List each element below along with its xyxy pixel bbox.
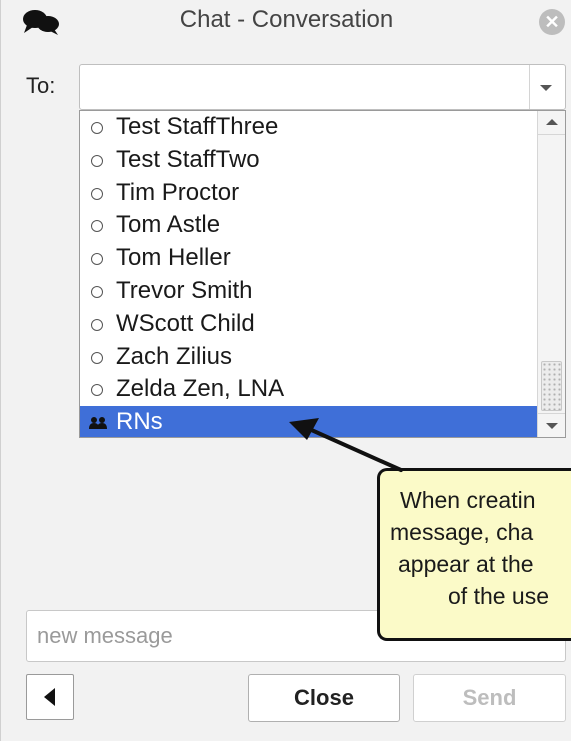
close-circle-icon[interactable]: ✕ bbox=[539, 9, 565, 35]
scroll-up-button[interactable] bbox=[538, 111, 565, 135]
chat-conversation-window: Chat - Conversation ✕ To: Test StaffThre… bbox=[0, 0, 571, 741]
callout-line: appear at the bbox=[398, 551, 534, 577]
radio-empty-icon bbox=[91, 286, 103, 298]
chevron-up-icon bbox=[546, 119, 558, 125]
callout-line: of the use bbox=[448, 583, 550, 609]
list-item[interactable]: Zach Zilius bbox=[80, 341, 537, 374]
list-item-label: Test StaffThree bbox=[116, 113, 279, 140]
radio-empty-icon bbox=[91, 318, 103, 331]
recipient-dropdown-list[interactable]: Test StaffThree Test StaffTwo Tim Procto… bbox=[79, 110, 566, 438]
scroll-down-button[interactable] bbox=[538, 413, 565, 437]
list-item-label: Trevor Smith bbox=[116, 277, 253, 304]
list-item[interactable]: Tom Heller bbox=[80, 242, 537, 275]
window-title: Chat - Conversation bbox=[179, 6, 394, 33]
group-users-icon bbox=[89, 417, 107, 429]
annotation-callout: When creatin message, cha appear at the … bbox=[377, 468, 571, 641]
radio-empty-icon bbox=[91, 122, 103, 134]
scroll-thumb[interactable] bbox=[541, 361, 562, 411]
callout-line: message, cha bbox=[390, 519, 534, 545]
combobox-divider bbox=[529, 65, 530, 109]
list-item-label: Tim Proctor bbox=[116, 178, 240, 206]
recipient-combobox[interactable] bbox=[79, 64, 566, 110]
list-item[interactable]: Zelda Zen, LNA bbox=[80, 373, 537, 406]
list-item-label: WScott Child bbox=[116, 309, 255, 337]
list-item-label: Tom Heller bbox=[116, 244, 231, 272]
callout-line: When creatin bbox=[400, 487, 536, 513]
radio-empty-icon bbox=[91, 154, 103, 167]
list-item[interactable]: Test StaffThree bbox=[80, 111, 537, 144]
back-button[interactable] bbox=[26, 674, 74, 720]
list-item[interactable]: Test StaffTwo bbox=[80, 144, 537, 177]
radio-empty-icon bbox=[91, 253, 103, 266]
radio-empty-icon bbox=[91, 220, 103, 233]
list-item-label: Test StaffTwo bbox=[116, 145, 260, 173]
list-item-label: RNs bbox=[116, 408, 163, 435]
close-button[interactable]: Close bbox=[248, 674, 400, 722]
back-triangle-icon bbox=[44, 688, 55, 706]
list-item-label: Zelda Zen, LNA bbox=[116, 375, 285, 403]
list-item[interactable]: Tim Proctor bbox=[80, 177, 537, 210]
list-item[interactable]: WScott Child bbox=[80, 308, 537, 341]
radio-empty-icon bbox=[91, 351, 103, 364]
chevron-down-icon bbox=[546, 423, 558, 429]
to-label: To: bbox=[26, 73, 56, 98]
radio-empty-icon bbox=[91, 384, 103, 397]
title-bar: Chat - Conversation ✕ bbox=[1, 0, 571, 44]
list-item[interactable]: Trevor Smith bbox=[80, 275, 537, 308]
list-item[interactable]: Tom Astle bbox=[80, 209, 537, 242]
list-item-label: Tom Astle bbox=[116, 211, 221, 239]
chevron-down-icon[interactable] bbox=[540, 85, 552, 91]
send-button[interactable]: Send bbox=[413, 674, 566, 722]
radio-empty-icon bbox=[91, 187, 103, 200]
dropdown-scrollbar[interactable] bbox=[537, 111, 565, 437]
list-item-label: Zach Zilius bbox=[116, 342, 233, 370]
list-item-selected[interactable]: RNs bbox=[80, 406, 537, 437]
